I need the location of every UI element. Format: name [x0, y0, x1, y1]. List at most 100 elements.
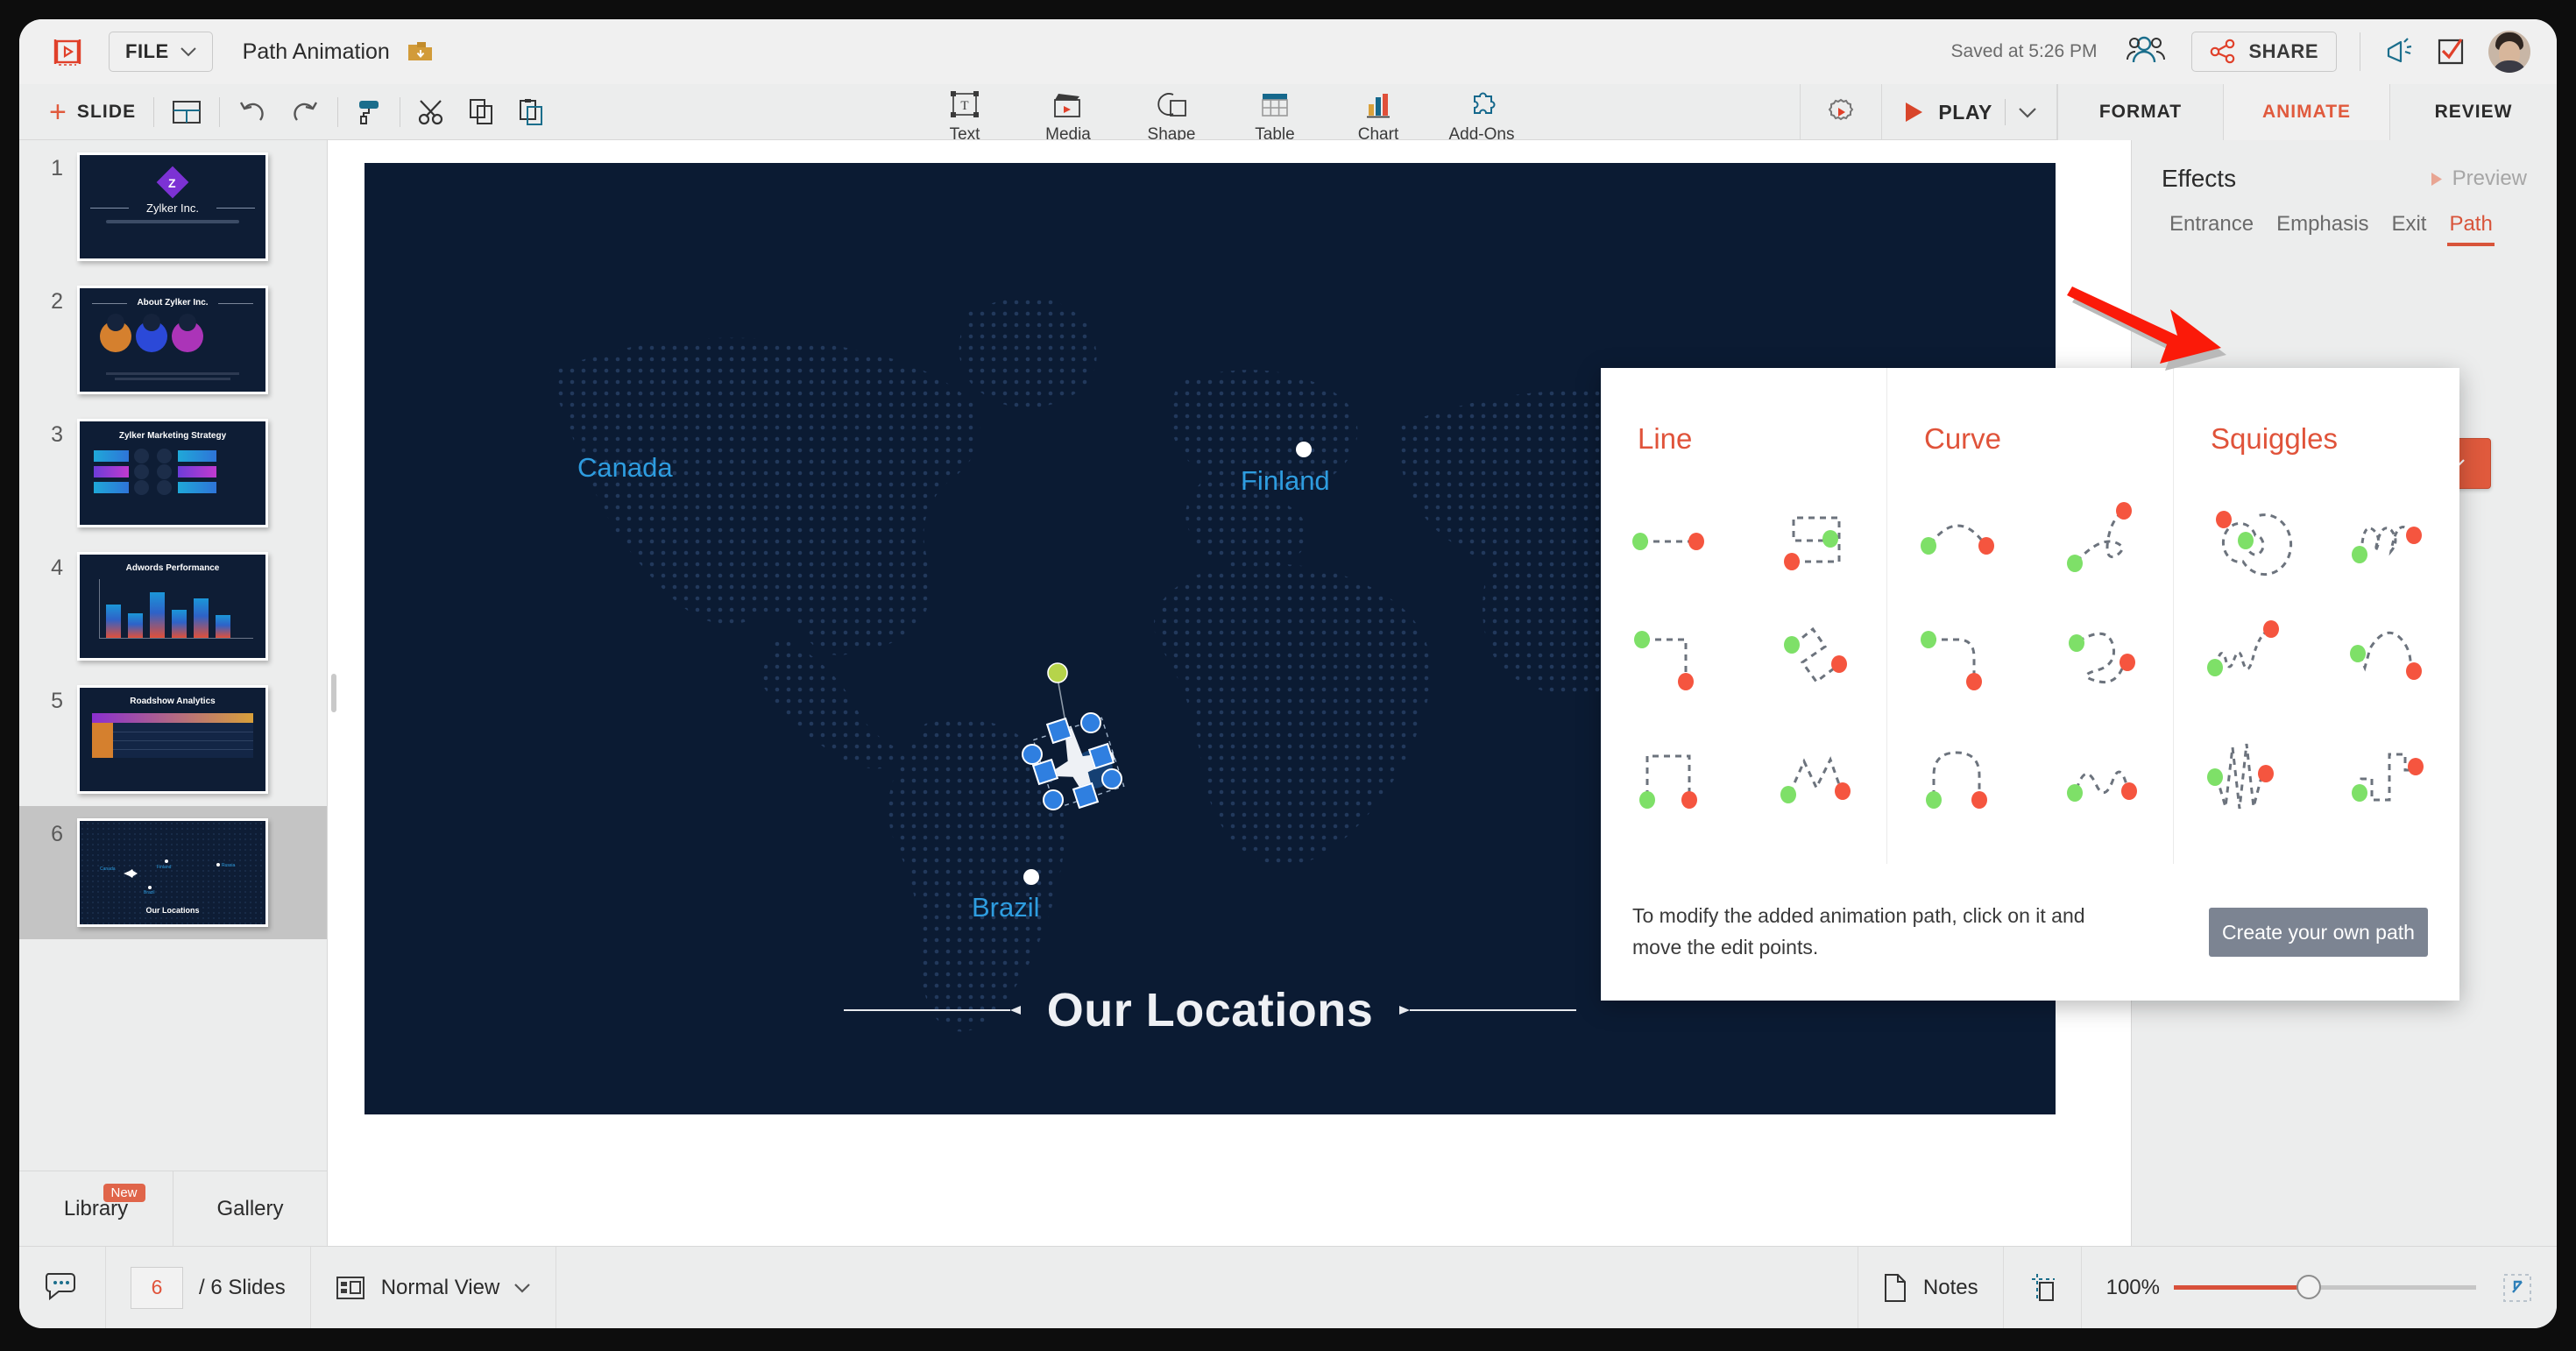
insert-addons-button[interactable]: Add-Ons [1430, 84, 1533, 145]
zoom-slider[interactable] [2174, 1275, 2476, 1299]
people-icon[interactable] [2127, 34, 2166, 70]
tab-review[interactable]: REVIEW [2390, 84, 2557, 140]
zoom-level-label: 100% [2105, 1275, 2160, 1299]
paste-icon[interactable] [518, 98, 544, 126]
chevron-down-icon[interactable] [2018, 107, 2037, 118]
resize-handle-t[interactable] [1080, 712, 1101, 733]
tab-path[interactable]: Path [2438, 212, 2503, 246]
current-slide-input[interactable]: 6 [131, 1266, 183, 1309]
tab-exit[interactable]: Exit [2380, 212, 2438, 237]
list-item[interactable]: 5 Roadshow Analytics [19, 673, 327, 806]
add-slide-label: SLIDE [76, 101, 137, 122]
create-your-own-path-button[interactable]: Create your own path [2209, 908, 2428, 957]
zoom-slider-knob[interactable] [2296, 1275, 2321, 1299]
tab-animate[interactable]: ANIMATE [2224, 84, 2390, 140]
slide-thumbnail[interactable]: Roadshow Analytics [77, 685, 268, 794]
slide-navigator: 1 Z Zylker Inc. 2 About Zylker Inc. 3 Zy… [19, 140, 328, 1246]
line-zigzag-diamond-path[interactable] [1744, 600, 1886, 718]
insert-media-button[interactable]: Media [1016, 84, 1120, 145]
resize-handle-b[interactable] [1043, 789, 1064, 810]
thumb-title: Zylker Marketing Strategy [118, 431, 227, 441]
share-button[interactable]: SHARE [2191, 32, 2337, 72]
zoom-control[interactable]: 100% [2082, 1247, 2557, 1329]
notes-button[interactable]: Notes [1857, 1246, 2004, 1328]
curve-path-grid [1887, 482, 2173, 837]
squiggle-spiral-path[interactable] [2174, 482, 2317, 600]
path-animation-picker-popup[interactable]: Line Curve Squiggles To modify the added… [1601, 368, 2459, 1001]
file-menu-button[interactable]: FILE [109, 32, 213, 72]
edit-square-icon[interactable] [2436, 37, 2466, 67]
curve-waves-path[interactable] [2030, 718, 2173, 837]
line-right-path[interactable] [1601, 482, 1744, 600]
main-toolbar: + SLIDE T Text Media Shape Table Chart A… [19, 84, 2557, 144]
category-squiggles-title: Squiggles [2211, 422, 2338, 455]
scissors-icon[interactable] [418, 99, 446, 125]
list-item[interactable]: 3 Zylker Marketing Strategy [19, 407, 327, 540]
slide-thumbnail[interactable]: Zylker Marketing Strategy [77, 419, 268, 527]
megaphone-icon[interactable] [2383, 37, 2413, 67]
list-item[interactable]: 2 About Zylker Inc. [19, 273, 327, 407]
arrow-left-icon [1399, 1006, 1411, 1015]
chevron-down-icon [514, 1283, 531, 1293]
panel-resize-handle[interactable] [331, 674, 336, 712]
comments-button[interactable] [19, 1246, 106, 1328]
insert-text-button[interactable]: T Text [913, 84, 1016, 145]
redo-icon[interactable] [290, 99, 320, 125]
view-mode-selector[interactable]: Normal View [311, 1246, 557, 1328]
line-square-corner-path[interactable] [1744, 482, 1886, 600]
squiggle-rising-wiggle-path[interactable] [2174, 600, 2317, 718]
squiggle-steps-path[interactable] [2317, 718, 2459, 837]
undo-icon[interactable] [237, 99, 267, 125]
settings-button[interactable] [1800, 84, 1881, 140]
copy-icon[interactable] [469, 98, 495, 126]
squiggle-hook-arc-path[interactable] [2317, 600, 2459, 718]
category-line: Line [1601, 368, 1886, 864]
document-title[interactable]: Path Animation [243, 39, 390, 65]
slide-thumbnail[interactable]: Adwords Performance [77, 552, 268, 661]
resize-handle-r[interactable] [1101, 768, 1122, 789]
tab-format[interactable]: FORMAT [2057, 84, 2224, 140]
line-elbow-down-path[interactable] [1601, 600, 1744, 718]
puzzle-piece-icon [1474, 92, 1496, 114]
curve-s-wave-path[interactable] [2030, 600, 2173, 718]
squiggle-spike-path[interactable] [2174, 718, 2317, 837]
list-item[interactable]: 6 Canada Finland Russia Brazil Our Locat… [19, 806, 327, 939]
slide-thumbnail[interactable]: Canada Finland Russia Brazil Our Locatio… [77, 818, 268, 927]
selected-airplane-object[interactable] [1022, 662, 1127, 811]
line-path-grid [1601, 482, 1886, 837]
play-button[interactable]: PLAY [1881, 84, 2057, 140]
guides-button[interactable] [2004, 1246, 2082, 1328]
tab-library[interactable]: Library New [19, 1171, 173, 1246]
notes-page-icon [1884, 1273, 1906, 1302]
presentation-play-icon[interactable] [49, 33, 86, 70]
insert-table-button[interactable]: Table [1223, 84, 1327, 145]
line-bracket-path[interactable] [1601, 718, 1744, 837]
add-slide-button[interactable]: + SLIDE [49, 97, 136, 127]
slide-thumbnail[interactable]: Z Zylker Inc. [77, 152, 268, 261]
tab-entrance[interactable]: Entrance [2158, 212, 2265, 237]
page-title: Our Locations [1046, 984, 1374, 1036]
paint-roller-icon[interactable] [356, 98, 382, 126]
preview-button[interactable]: Preview [2430, 166, 2527, 191]
normal-view-icon [336, 1276, 364, 1299]
zoom-slider-fill [2174, 1285, 2307, 1290]
curve-loop-path[interactable] [2030, 482, 2173, 600]
curve-arch-path[interactable] [1887, 482, 2030, 600]
notes-label: Notes [1922, 1275, 1978, 1299]
curve-elbow-round-path[interactable] [1887, 600, 2030, 718]
fit-to-screen-icon[interactable] [2502, 1273, 2532, 1303]
avatar[interactable] [2488, 31, 2530, 73]
list-item[interactable]: 4 Adwords Performance [19, 540, 327, 673]
insert-chart-button[interactable]: Chart [1327, 84, 1430, 145]
slide-thumbnail[interactable]: About Zylker Inc. [77, 286, 268, 394]
insert-shape-button[interactable]: Shape [1120, 84, 1223, 145]
list-item[interactable]: 1 Z Zylker Inc. [19, 140, 327, 273]
tab-gallery[interactable]: Gallery [173, 1171, 327, 1246]
slide-thumbnail-list[interactable]: 1 Z Zylker Inc. 2 About Zylker Inc. 3 Zy… [19, 140, 327, 1171]
layout-icon[interactable] [172, 99, 202, 125]
squiggle-coil-path[interactable] [2317, 482, 2459, 600]
line-peaks-path[interactable] [1744, 718, 1886, 837]
folder-move-icon[interactable] [407, 40, 434, 63]
curve-dome-path[interactable] [1887, 718, 2030, 837]
tab-emphasis[interactable]: Emphasis [2265, 212, 2380, 237]
